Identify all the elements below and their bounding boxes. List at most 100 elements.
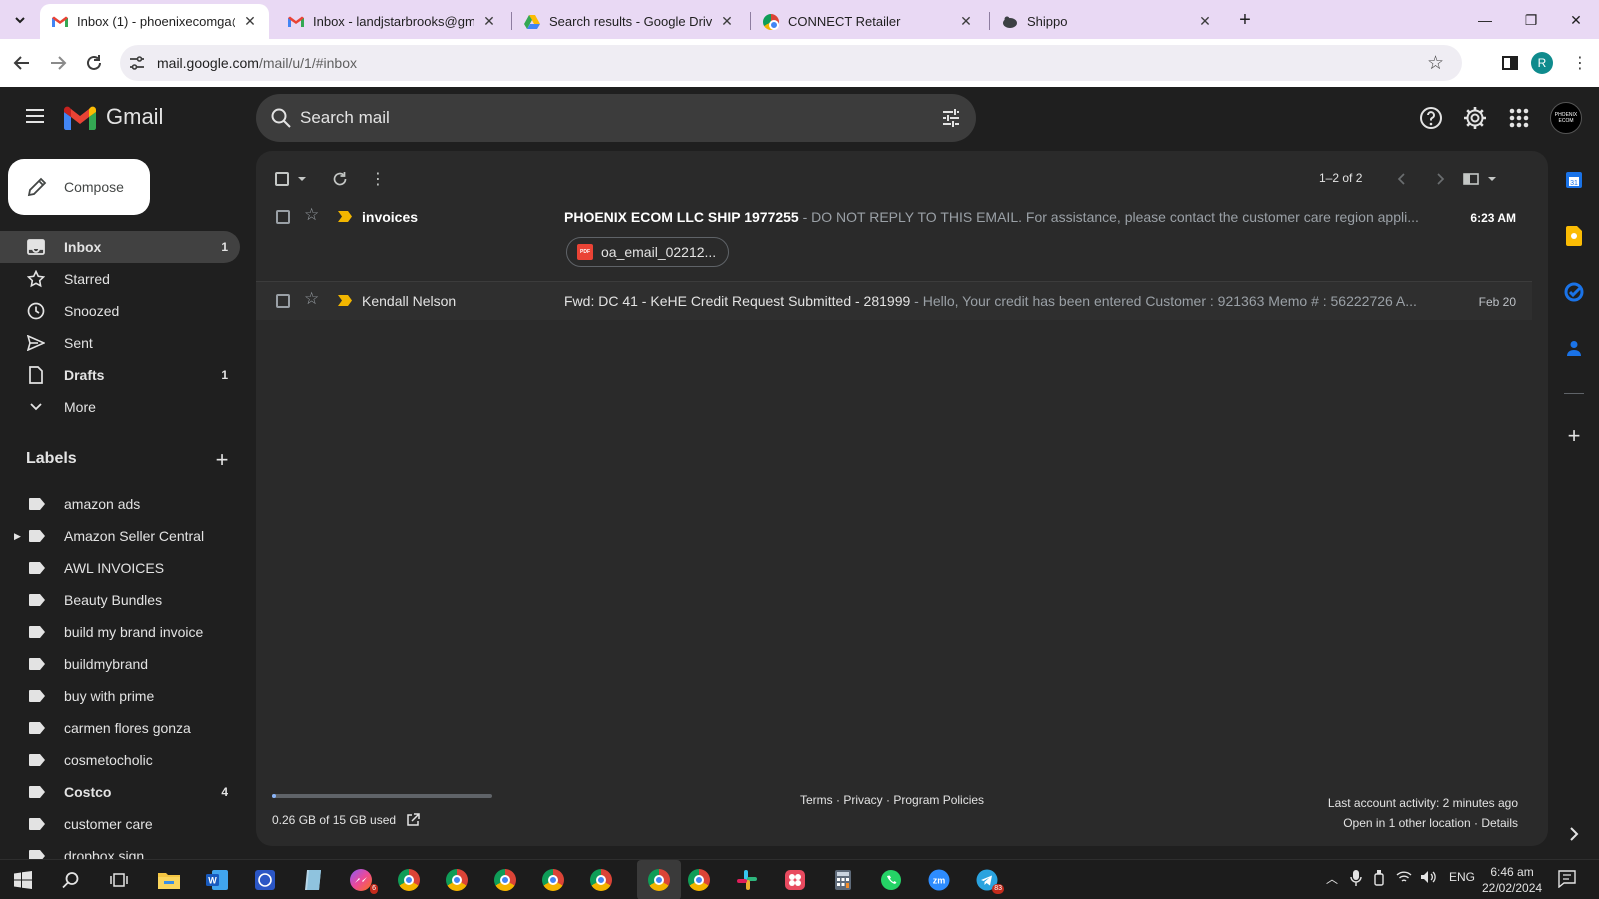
chrome-menu-button[interactable]: ⋮ xyxy=(1568,51,1592,75)
refresh-button[interactable] xyxy=(328,167,352,191)
address-bar[interactable]: mail.google.com/mail/u/1/#inbox ☆ xyxy=(120,45,1462,81)
new-tab-button[interactable]: + xyxy=(1233,8,1257,32)
help-icon[interactable] xyxy=(1418,105,1444,131)
important-marker-icon[interactable] xyxy=(338,211,352,222)
minimize-button[interactable]: — xyxy=(1462,6,1508,34)
close-icon[interactable]: ✕ xyxy=(480,13,498,31)
get-addons-button[interactable]: + xyxy=(1562,423,1586,448)
tab-google-drive[interactable]: Search results - Google Drive ✕ xyxy=(512,4,746,39)
open-external-icon[interactable] xyxy=(406,813,420,827)
telegram-icon[interactable]: 83 xyxy=(974,867,1004,894)
more-options-button[interactable]: ⋮ xyxy=(366,167,390,191)
nav-item-drafts[interactable]: Drafts 1 xyxy=(0,359,240,391)
star-toggle-icon[interactable]: ☆ xyxy=(304,289,319,309)
notification-center-icon[interactable] xyxy=(1558,870,1576,888)
label-item[interactable]: AWL INVOICES xyxy=(0,552,240,584)
nav-item-sent[interactable]: Sent xyxy=(0,327,240,359)
add-label-button[interactable]: + xyxy=(211,449,233,472)
chrome-profile-5-icon[interactable] xyxy=(588,867,614,893)
nav-item-inbox[interactable]: Inbox 1 xyxy=(0,231,240,263)
messenger-icon[interactable]: 6 xyxy=(348,867,378,894)
details-link[interactable]: Details xyxy=(1481,816,1518,830)
compose-button[interactable]: Compose xyxy=(8,159,150,215)
star-toggle-icon[interactable]: ☆ xyxy=(304,205,319,225)
chrome-profile-1-icon[interactable] xyxy=(396,867,422,893)
volume-icon[interactable] xyxy=(1420,870,1436,884)
calculator-icon[interactable] xyxy=(830,867,856,893)
tab-shippo[interactable]: Shippo ✕ xyxy=(990,4,1224,39)
main-menu-icon[interactable] xyxy=(22,103,48,129)
chrome-profile-6-icon[interactable] xyxy=(686,867,712,893)
keep-app-icon[interactable] xyxy=(1562,224,1586,248)
select-all-checkbox[interactable] xyxy=(272,167,310,191)
bookmark-star-icon[interactable]: ☆ xyxy=(1427,52,1444,75)
terms-link[interactable]: Terms xyxy=(800,793,833,807)
row-checkbox[interactable] xyxy=(276,210,290,224)
email-row-invoices[interactable]: ☆ invoices PHOENIX ECOM LLC SHIP 1977255… xyxy=(256,199,1532,281)
label-item[interactable]: customer care xyxy=(0,808,240,840)
nav-item-snoozed[interactable]: Snoozed xyxy=(0,295,240,327)
older-button[interactable] xyxy=(1428,167,1452,191)
calendar-app-icon[interactable]: 31 xyxy=(1562,168,1586,192)
label-item[interactable]: buy with prime xyxy=(0,680,240,712)
expand-caret-icon[interactable]: ▶ xyxy=(14,531,21,542)
google-apps-icon[interactable] xyxy=(1506,105,1532,131)
tab-gmail-inbox-1[interactable]: Inbox (1) - phoenixecomga@gm ✕ xyxy=(40,4,269,39)
restore-button[interactable]: ❐ xyxy=(1508,6,1554,34)
important-marker-icon[interactable] xyxy=(338,295,352,306)
split-pane-toggle[interactable] xyxy=(1462,167,1498,191)
label-item[interactable]: carmen flores gonza xyxy=(0,712,240,744)
search-input[interactable] xyxy=(300,102,900,134)
whatsapp-icon[interactable] xyxy=(878,867,904,893)
word-icon[interactable]: W xyxy=(204,867,230,893)
hide-side-panel-button[interactable] xyxy=(1562,822,1586,846)
chrome-profile-4-icon[interactable] xyxy=(540,867,566,893)
close-icon[interactable]: ✕ xyxy=(1196,13,1214,31)
chrome-profile-3-icon[interactable] xyxy=(492,867,518,893)
taskbar-search-button[interactable] xyxy=(58,867,84,893)
chrome-active-window-icon[interactable] xyxy=(637,860,681,899)
contacts-app-icon[interactable] xyxy=(1562,336,1586,360)
notes-app-icon[interactable] xyxy=(300,867,326,893)
tab-connect-retailer[interactable]: CONNECT Retailer ✕ xyxy=(751,4,985,39)
nav-item-more[interactable]: More xyxy=(0,391,240,423)
label-item[interactable]: Costco 4 xyxy=(0,776,240,808)
wifi-icon[interactable] xyxy=(1396,870,1412,884)
forward-button[interactable] xyxy=(46,51,70,75)
task-view-button[interactable] xyxy=(106,867,132,893)
search-options-icon[interactable] xyxy=(940,107,962,129)
settings-gear-icon[interactable] xyxy=(1462,105,1488,131)
close-icon[interactable]: ✕ xyxy=(957,13,975,31)
microphone-icon[interactable] xyxy=(1350,870,1362,886)
reload-button[interactable] xyxy=(82,51,106,75)
usb-device-icon[interactable] xyxy=(1373,870,1385,886)
photo-app-icon[interactable] xyxy=(782,867,808,893)
label-item[interactable]: ▶ Amazon Seller Central xyxy=(0,520,240,552)
close-icon[interactable]: ✕ xyxy=(241,13,259,31)
search-icon[interactable] xyxy=(270,107,292,129)
gmail-logo-icon[interactable] xyxy=(64,106,96,130)
tab-gmail-inbox-2[interactable]: Inbox - landjstarbrooks@gmail. ✕ xyxy=(276,4,508,39)
chrome-profile-avatar[interactable]: R xyxy=(1531,52,1553,74)
newer-button[interactable] xyxy=(1390,167,1414,191)
privacy-link[interactable]: Privacy xyxy=(843,793,882,807)
system-clock[interactable]: 6:46 am 22/02/2024 xyxy=(1482,864,1542,896)
close-window-button[interactable]: ✕ xyxy=(1553,6,1599,34)
attachment-chip[interactable]: PDF oa_email_02212... xyxy=(566,237,730,267)
tray-overflow-icon[interactable]: ︿ xyxy=(1326,870,1338,887)
label-item[interactable]: cosmetocholic xyxy=(0,744,240,776)
label-item[interactable]: Beauty Bundles xyxy=(0,584,240,616)
close-icon[interactable]: ✕ xyxy=(718,13,736,31)
side-panel-button[interactable] xyxy=(1498,51,1522,75)
back-button[interactable] xyxy=(10,51,34,75)
language-indicator[interactable]: ENG xyxy=(1449,870,1475,884)
tasks-app-icon[interactable] xyxy=(1562,280,1586,304)
email-row-kendall-nelson[interactable]: ☆ Kendall Nelson Fwd: DC 41 - KeHE Credi… xyxy=(256,282,1532,320)
account-avatar[interactable]: PHOENIX ECOM xyxy=(1550,102,1582,134)
slack-icon[interactable] xyxy=(734,867,760,893)
site-info-icon[interactable] xyxy=(128,54,146,72)
windows-start-button[interactable] xyxy=(10,867,36,893)
nav-item-starred[interactable]: Starred xyxy=(0,263,240,295)
program-policies-link[interactable]: Program Policies xyxy=(893,793,984,807)
label-item[interactable]: amazon ads xyxy=(0,488,240,520)
